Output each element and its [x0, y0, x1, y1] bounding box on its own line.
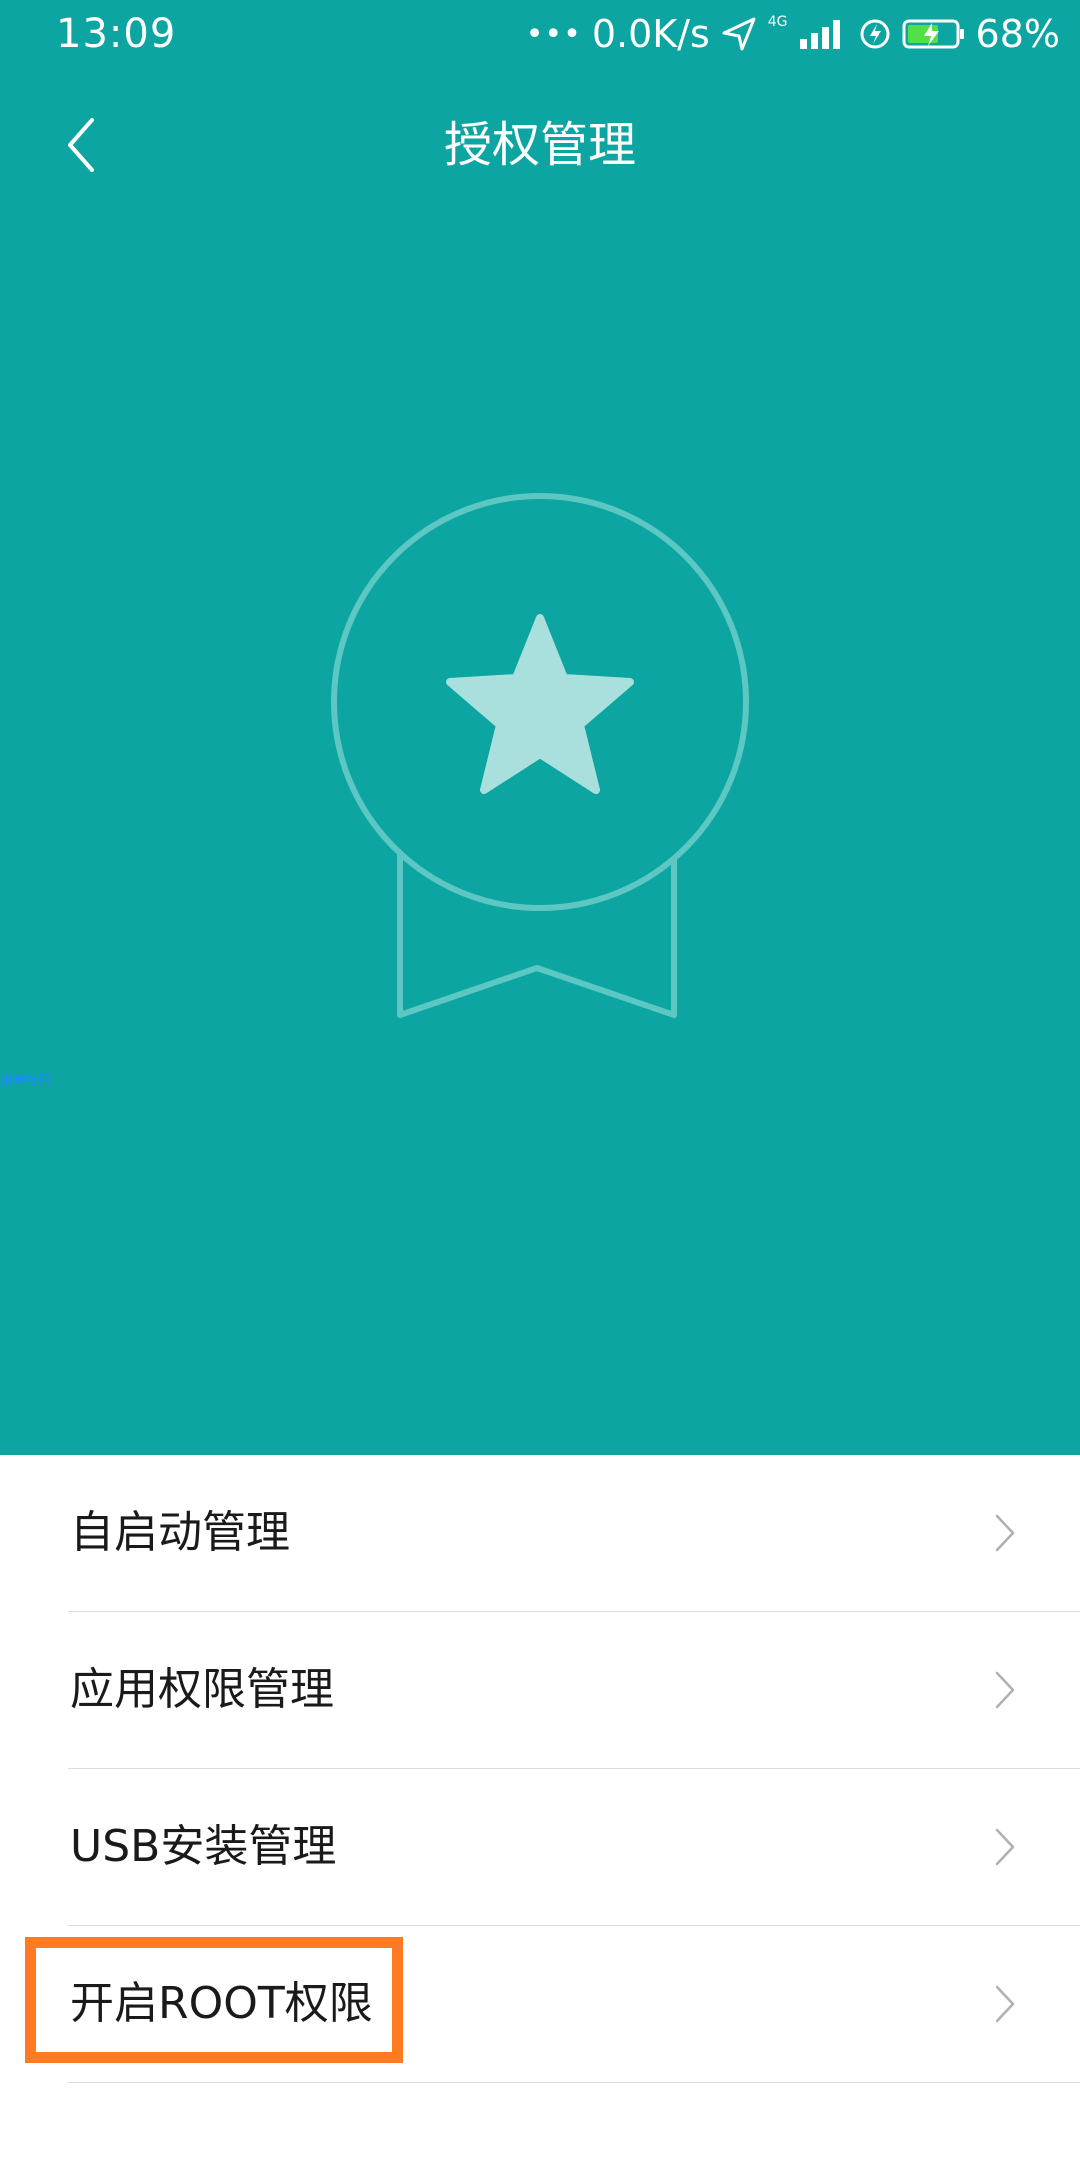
- status-bar: 13:09 ••• 0.0K/s 4G 68%: [0, 0, 1080, 70]
- list-item-label: 自启动管理: [70, 1507, 290, 1558]
- nav-bar: 授权管理: [0, 100, 1080, 190]
- alarm-icon: [860, 19, 890, 49]
- chevron-right-icon: [995, 1985, 1015, 2023]
- battery-charging-icon: [902, 19, 964, 49]
- list-item-app-permissions[interactable]: 应用权限管理: [68, 1612, 1080, 1769]
- signal-icon: [799, 20, 840, 49]
- status-dots: •••: [525, 16, 582, 52]
- status-time: 13:09: [56, 11, 177, 57]
- list-item-usb-install[interactable]: USB安装管理: [68, 1769, 1080, 1926]
- net-speed: 0.0K/s: [591, 12, 710, 56]
- highlight-box: [25, 1937, 403, 2063]
- page-title: 授权管理: [443, 117, 636, 173]
- watermark: 讲堂社区: [0, 1074, 53, 1089]
- list-item-autostart[interactable]: 自启动管理: [68, 1455, 1080, 1612]
- medal-star-icon: [331, 493, 749, 1018]
- list-item-label: 应用权限管理: [70, 1664, 334, 1715]
- status-right: ••• 0.0K/s 4G 68%: [526, 8, 1060, 60]
- location-arrow-icon: [722, 17, 756, 51]
- chevron-right-icon: [995, 1514, 1015, 1552]
- header-hero: 13:09 ••• 0.0K/s 4G 68% 授权管理 讲堂社区: [0, 0, 1080, 1455]
- list-item-label: USB安装管理: [70, 1821, 337, 1872]
- chevron-right-icon: [995, 1671, 1015, 1709]
- network-type: 4G: [767, 14, 788, 30]
- battery-level: 68%: [975, 12, 1060, 56]
- chevron-right-icon: [995, 1828, 1015, 1866]
- screen: 13:09 ••• 0.0K/s 4G 68% 授权管理 讲堂社区 自启动管理 …: [0, 0, 1080, 2160]
